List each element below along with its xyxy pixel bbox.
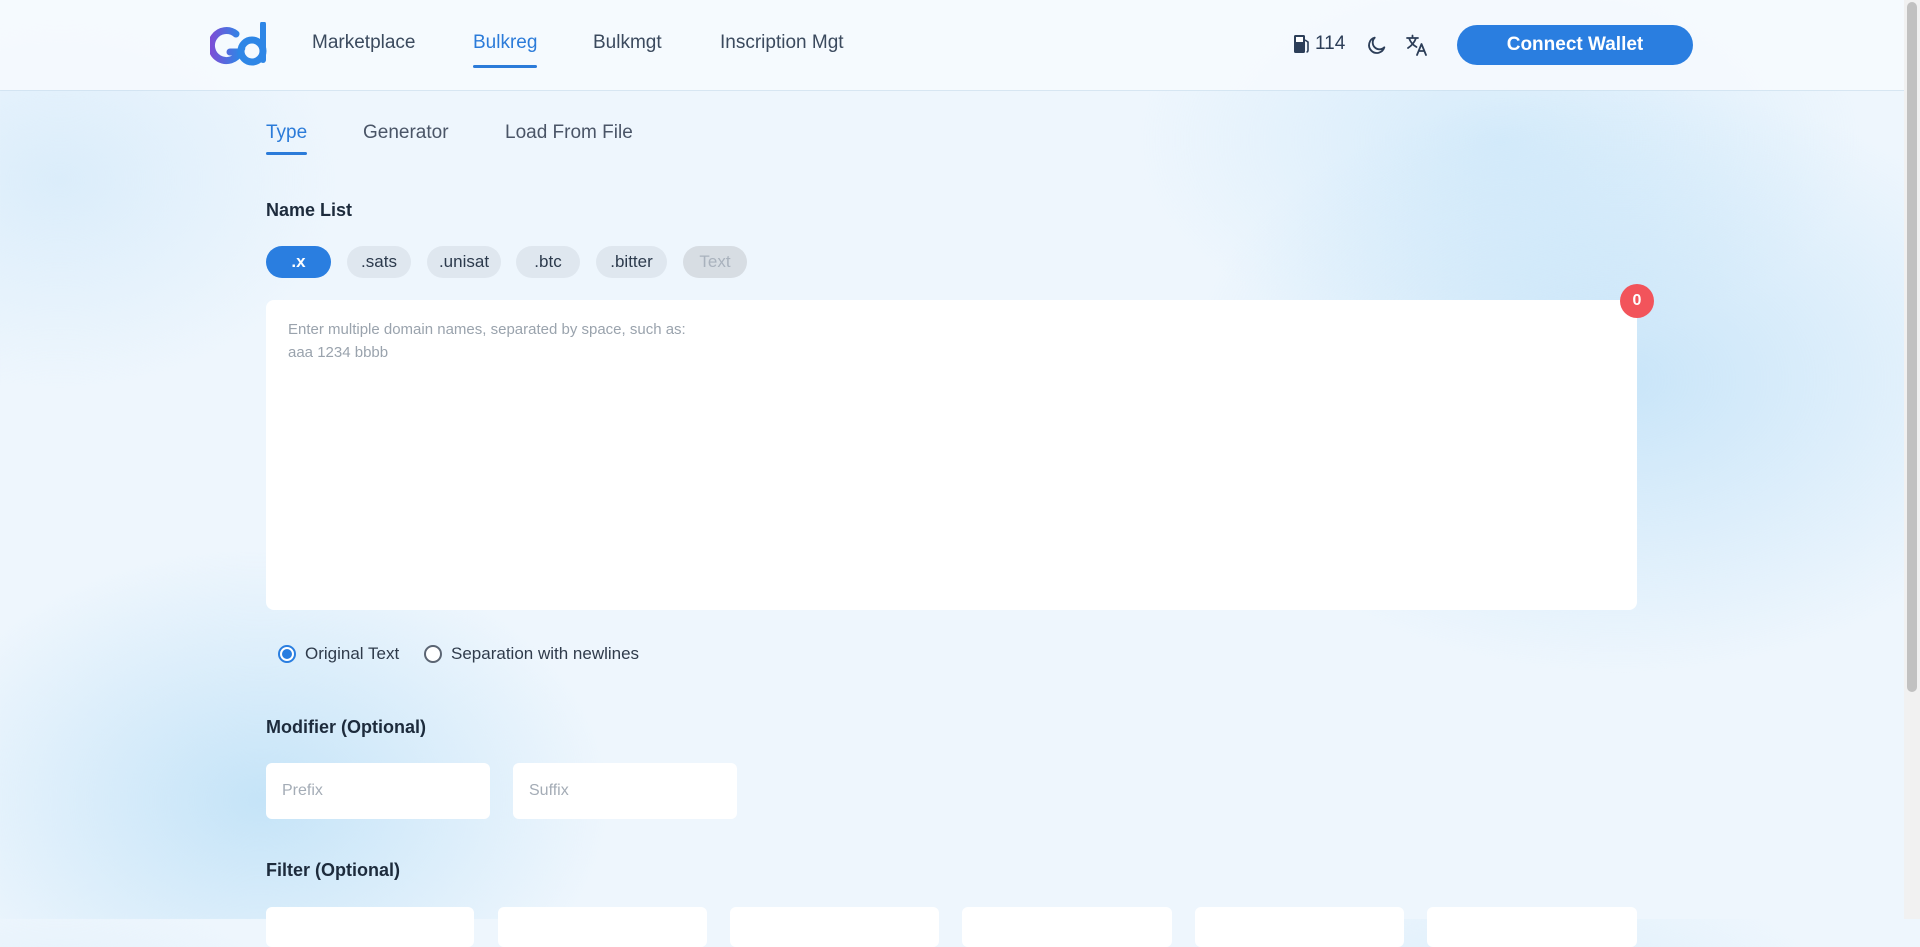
filter-field[interactable] [1195,907,1404,947]
radio-separation-newlines[interactable]: Separation with newlines [424,644,639,664]
gas-pump-icon [1294,35,1309,53]
filter-title: Filter (Optional) [266,860,400,880]
nav-bulkmgt[interactable]: Bulkmgt [593,32,662,54]
name-list-container [266,300,1637,610]
tab-generator[interactable]: Generator [363,122,449,144]
name-list-textarea[interactable] [266,300,1637,610]
suffix-chip-unisat[interactable]: .unisat [427,246,501,278]
suffix-chip-x[interactable]: .x [266,246,331,278]
filter-field[interactable] [1427,907,1637,947]
name-list-title: Name List [266,200,353,220]
language-button[interactable] [1403,31,1431,59]
connect-wallet-button[interactable]: Connect Wallet [1457,25,1693,65]
filter-field[interactable] [498,907,707,947]
tab-type[interactable]: Type [266,122,308,155]
suffix-chip-text[interactable]: Text [683,246,747,278]
suffix-chip-sats[interactable]: .sats [347,246,411,278]
filter-field[interactable] [266,907,474,947]
gas-fee-value: 114 [1315,33,1346,54]
name-count-badge: 0 [1620,284,1654,318]
nav-bulkreg[interactable]: Bulkreg [473,32,538,68]
filter-field[interactable] [962,907,1172,947]
translate-icon [1406,34,1427,56]
radio-label: Separation with newlines [451,644,640,663]
logo-icon[interactable] [210,22,272,68]
radio-label: Original Text [305,644,400,663]
theme-toggle-button[interactable] [1363,31,1391,59]
radio-button[interactable] [424,645,442,663]
suffix-input[interactable] [513,763,737,819]
gas-fee-indicator: 114 [1293,33,1345,55]
prefix-input[interactable] [266,763,490,819]
scrollbar-thumb[interactable] [1907,2,1917,692]
tab-load-from-file[interactable]: Load From File [505,122,633,144]
moon-icon [1368,36,1386,54]
nav-inscription-mgt[interactable]: Inscription Mgt [720,32,844,54]
suffix-chip-bitter[interactable]: .bitter [596,246,667,278]
radio-original-text[interactable]: Original Text [278,644,399,664]
filter-field[interactable] [730,907,939,947]
nav-marketplace[interactable]: Marketplace [312,32,416,54]
suffix-chip-btc[interactable]: .btc [516,246,580,278]
radio-button[interactable] [278,645,296,663]
modifier-title: Modifier (Optional) [266,717,426,737]
top-navbar: Marketplace Bulkreg Bulkmgt Inscription … [0,0,1904,90]
